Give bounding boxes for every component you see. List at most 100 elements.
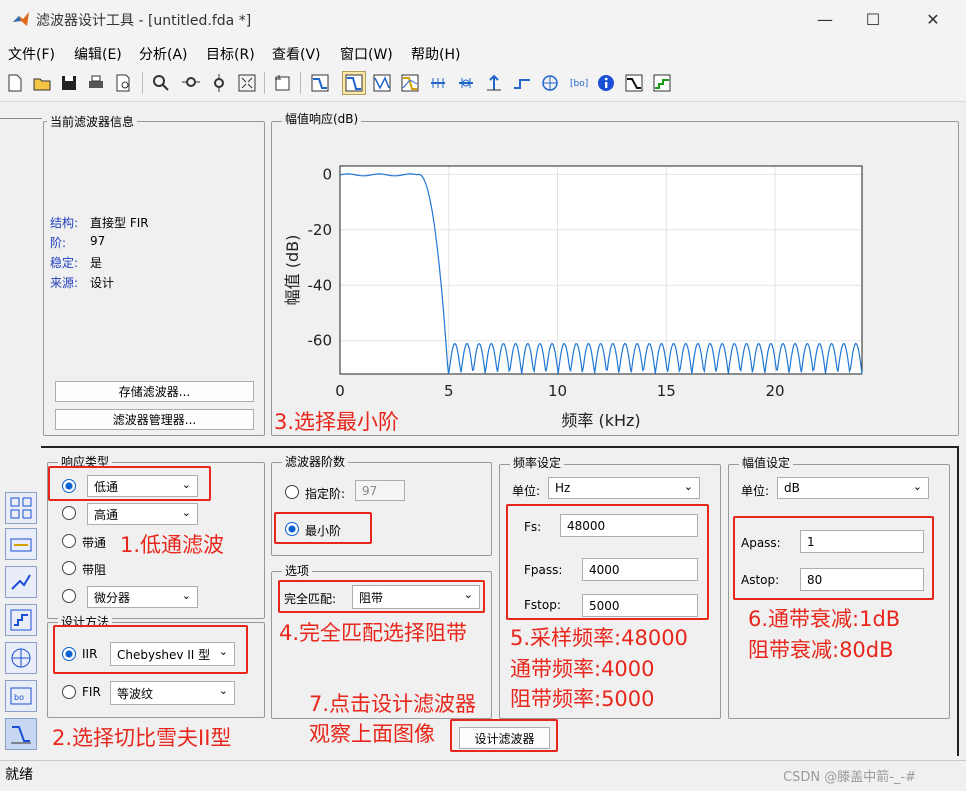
annotation-step5-line2: 通带频率:4000 [510,657,655,681]
annotation-step7-line2: 观察上面图像 [309,722,435,746]
chevron-down-icon: ⌄ [912,480,922,493]
zoom-x-icon[interactable] [180,72,202,94]
close-button[interactable]: ✕ [913,6,953,32]
annotation-step4: 4.完全匹配选择阻带 [279,621,468,645]
annotation-step5-line1: 5.采样频率:48000 [510,626,688,650]
menu-file[interactable]: 文件(F) [8,44,55,64]
radio-fir[interactable] [62,685,76,699]
y-tick-label: -40 [308,276,333,294]
menu-help[interactable]: 帮助(H) [411,44,460,64]
print-preview-icon[interactable] [112,72,134,94]
menu-edit[interactable]: 编辑(E) [74,44,122,64]
annotation-box-3 [274,512,372,544]
status-text: 就绪 [5,767,33,783]
mag-units-select[interactable]: dB ⌄ [777,477,929,499]
annotation-box-7 [450,719,558,752]
highpass-select[interactable]: 高通 ⌄ [87,503,198,525]
chevron-down-icon: ⌄ [181,506,191,519]
freq-units-label: 单位: [512,484,541,498]
info-order-value: 97 [90,234,106,248]
sidebar-quantize-icon[interactable] [5,604,37,636]
new-plot-icon[interactable] [272,72,294,94]
zoom-in-icon[interactable] [150,72,172,94]
open-icon[interactable] [31,72,53,94]
cost-icon[interactable] [623,72,645,94]
info-source-value: 设计 [90,276,115,290]
bandstop-label: 带阻 [82,563,107,577]
filter-order-title: 滤波器阶数 [282,453,349,470]
options-title: 选项 [282,562,313,579]
filter-manager-button[interactable]: 滤波器管理器... [55,409,254,430]
filter-spec-icon[interactable] [309,72,331,94]
highpass-select-value: 高通 [94,507,119,522]
radio-differentiator[interactable] [62,589,76,603]
sidebar-import-icon[interactable]: bo [5,680,37,712]
minimize-button[interactable]: — [805,6,845,32]
toolbar-separator [142,72,143,94]
coefficients-icon[interactable]: [bo] [567,72,589,94]
impulse-icon[interactable] [483,72,505,94]
x-axis-label: 频率 (kHz) [561,411,640,430]
x-tick-label: 0 [335,382,345,400]
chevron-down-icon: ⌄ [181,589,191,602]
y-tick-label: 0 [322,165,332,183]
phase-icon[interactable] [371,72,393,94]
freq-units-select[interactable]: Hz ⌄ [548,477,700,499]
magnitude-icon[interactable] [342,71,366,95]
magnitude-response-chart[interactable]: 0 5 10 15 20 0 -20 -40 -60 频率 (kHz) 幅值 (dB) [272,130,958,430]
store-filter-button[interactable]: 存储滤波器... [55,381,254,402]
sidebar-realization-icon[interactable] [5,528,37,560]
radio-specify-order[interactable] [285,485,299,499]
menu-window[interactable]: 窗口(W) [340,44,393,64]
info-icon[interactable] [595,72,617,94]
y-axis-label: 幅值 (dB) [283,235,302,306]
toolbar-separator [300,72,301,94]
svg-text:[bo]: [bo] [570,79,588,89]
group-delay-icon[interactable] [427,72,449,94]
x-tick-label: 15 [657,382,676,400]
radio-bandstop[interactable] [62,561,76,575]
sidebar-pole-zero-editor-icon[interactable] [5,642,37,674]
svg-text:bo: bo [14,693,24,702]
info-stable-key: 稳定: [50,256,79,270]
sidebar-transform-icon[interactable] [5,566,37,598]
menu-view[interactable]: 查看(V) [272,44,321,64]
chevron-down-icon: ⌄ [218,684,228,697]
fir-method-select[interactable]: 等波纹 ⌄ [110,681,235,705]
zoom-y-icon[interactable] [208,72,230,94]
menu-targets[interactable]: 目标(R) [206,44,255,64]
save-icon[interactable] [58,72,80,94]
annotation-box-5 [506,504,709,620]
design-area-right-border [957,446,959,756]
annotation-box-2 [53,625,248,674]
annotation-step1: 1.低通滤波 [120,533,225,557]
design-area-divider [41,446,959,448]
differentiator-select[interactable]: 微分器 ⌄ [87,586,198,608]
annotation-step6-line2: 阻带衰减:80dB [748,638,894,662]
info-structure-key: 结构: [50,216,79,230]
menu-analysis[interactable]: 分析(A) [139,44,188,64]
watermark: CSDN @滕盖中箭-_-# [783,770,916,785]
new-icon[interactable] [4,72,26,94]
phase-delay-icon[interactable] [455,72,477,94]
specify-order-input[interactable]: 97 [355,480,405,501]
maximize-button[interactable]: ☐ [853,6,893,32]
frequency-spec-title: 频率设定 [510,454,565,471]
specify-order-label: 指定阶: [305,487,346,501]
print-icon[interactable] [85,72,107,94]
full-view-icon[interactable] [236,72,258,94]
matlab-logo-icon [12,10,30,28]
annotation-step3: 3.选择最小阶 [274,410,400,434]
pole-zero-icon[interactable] [539,72,561,94]
info-source-key: 来源: [50,276,79,290]
sidebar-design-filter-icon[interactable] [5,718,37,750]
toolbar-separator [264,72,265,94]
mag-phase-icon[interactable] [399,72,421,94]
radio-highpass[interactable] [62,506,76,520]
differentiator-select-value: 微分器 [94,590,131,605]
sidebar-filter-structure-icon[interactable] [5,492,37,524]
step-icon[interactable] [511,72,533,94]
radio-bandpass[interactable] [62,534,76,548]
info-stable-value: 是 [90,256,103,270]
noise-icon[interactable] [651,72,673,94]
